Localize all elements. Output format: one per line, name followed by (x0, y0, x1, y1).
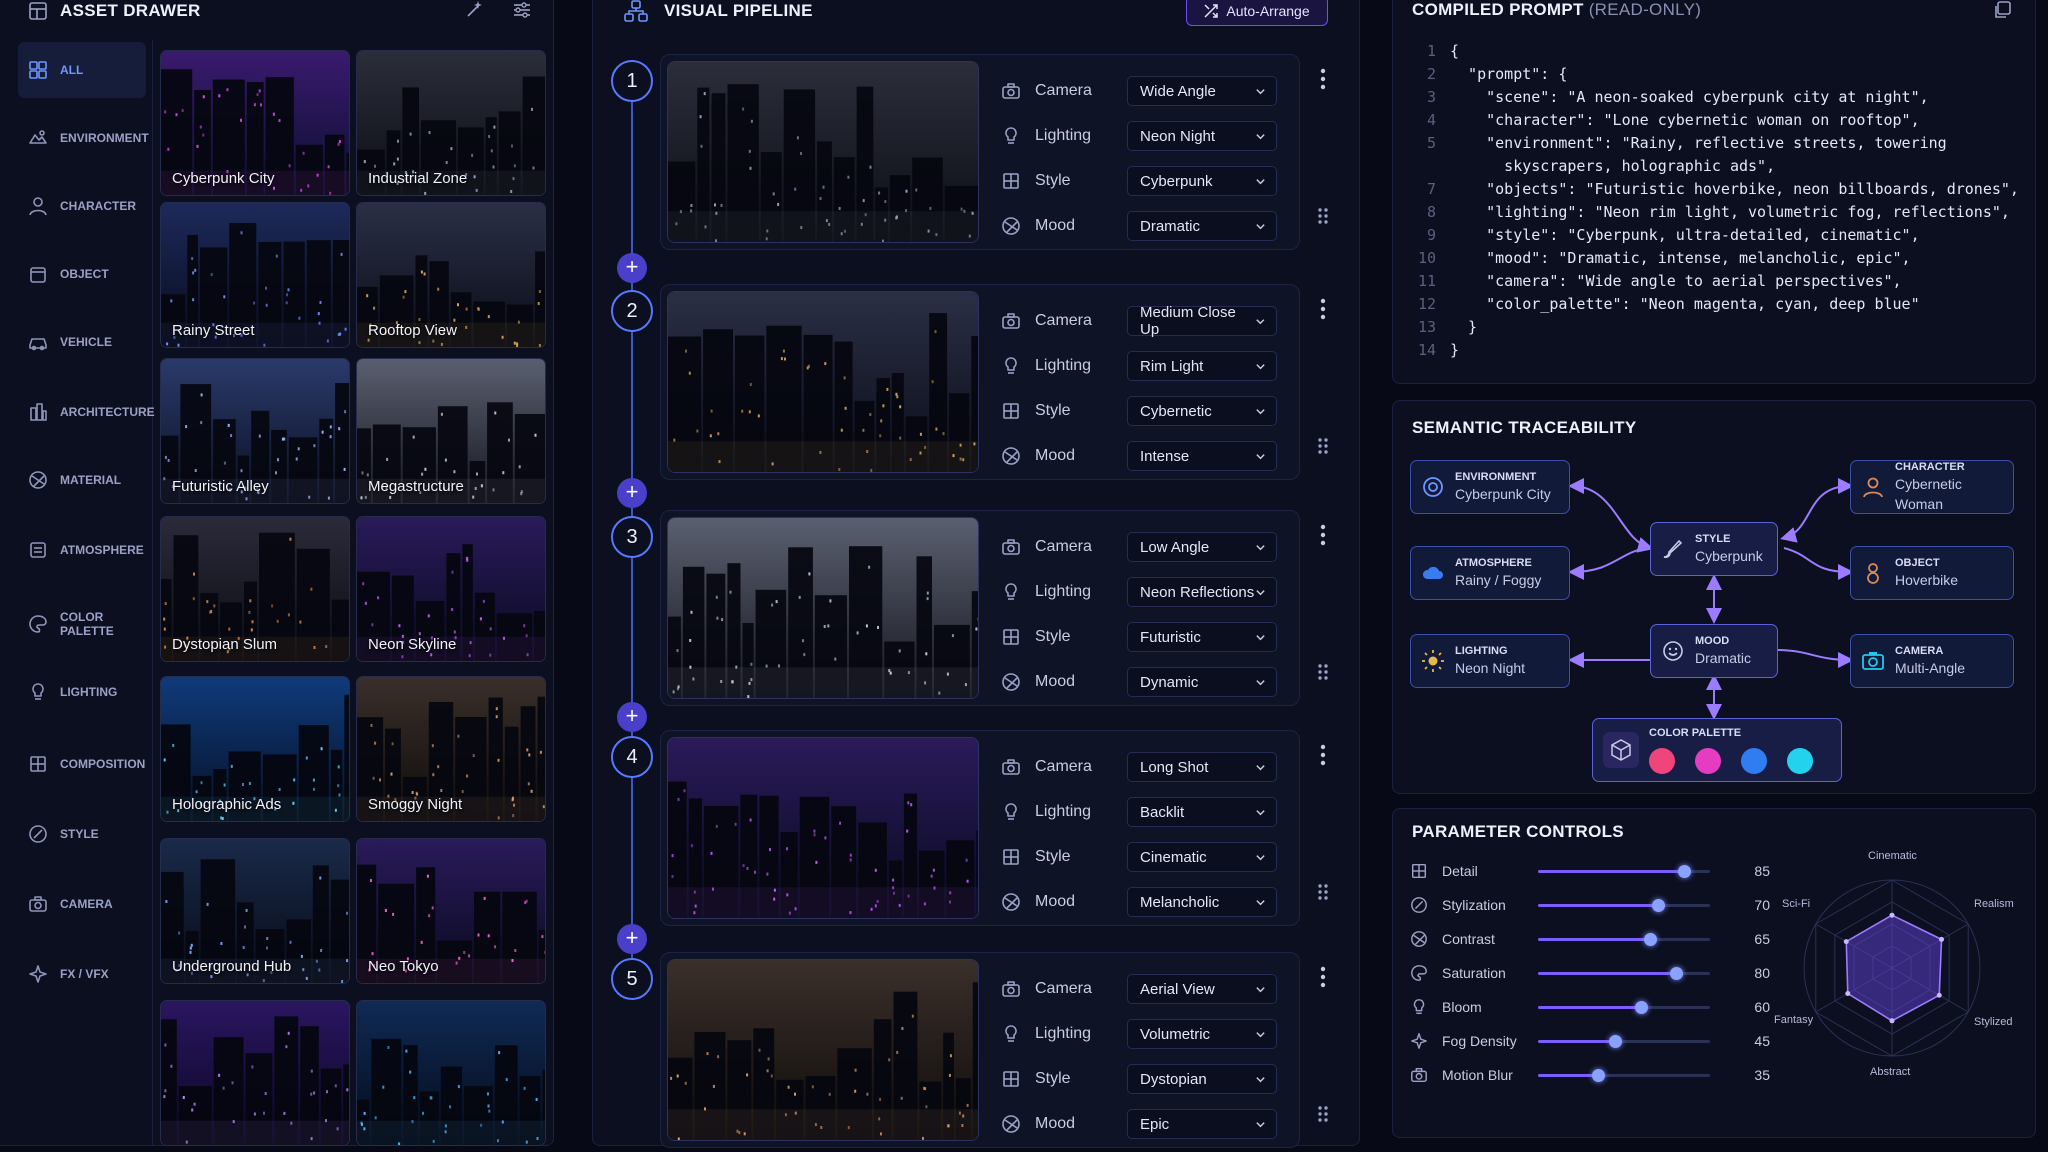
palette-icon (1411, 965, 1427, 981)
node-value: Cyberpunk (1695, 548, 1763, 564)
trace-node-style[interactable]: STYLE Cyberpunk (1650, 522, 1778, 576)
slider-knob[interactable] (1678, 864, 1692, 878)
trace-node-lighting[interactable]: LIGHTING Neon Night (1410, 634, 1570, 688)
node-value: Neon Night (1455, 660, 1526, 676)
parameter-controls-title: PARAMETER CONTROLS (1412, 822, 1624, 841)
slider-track[interactable] (1538, 1000, 1710, 1014)
smiley-icon (1663, 641, 1683, 661)
radar-axis-label: Sci-Fi (1782, 898, 1811, 910)
sparkle-icon (1411, 1033, 1427, 1049)
node-title: MOOD (1695, 635, 1730, 647)
hoverbike-icon (1867, 563, 1879, 584)
slider-track[interactable] (1538, 864, 1710, 878)
trace-node-environment[interactable]: ENVIRONMENT Cyberpunk City (1410, 460, 1570, 514)
material-icon (1411, 931, 1427, 947)
slider-fill (1538, 903, 1659, 907)
slider-knob[interactable] (1592, 1068, 1606, 1082)
slider-label: Bloom (1442, 999, 1482, 1015)
slider-label: Stylization (1442, 897, 1506, 913)
sun-icon (1422, 650, 1444, 672)
composition-icon (1411, 863, 1427, 879)
slider-value: 65 (1754, 931, 1770, 947)
trace-node-character[interactable]: CHARACTER Cybernetic Woman (1850, 460, 2014, 514)
color-swatch[interactable] (1695, 748, 1721, 774)
radar-shape (1845, 914, 1943, 1022)
trace-node-atmosphere[interactable]: ATMOSPHERE Rainy / Foggy (1410, 546, 1570, 600)
slider-value: 85 (1754, 863, 1770, 879)
slider-fill (1538, 869, 1685, 873)
slider-knob[interactable] (1652, 898, 1666, 912)
camera-node-icon (1862, 652, 1884, 670)
node-value: Cybernetic Woman (1895, 476, 1962, 512)
palette-swatches (1649, 748, 1813, 774)
param-slider-row: Bloom 60 (1410, 997, 1770, 1017)
color-swatch[interactable] (1787, 748, 1813, 774)
node-value: Rainy / Foggy (1455, 572, 1542, 588)
node-title: LIGHTING (1455, 645, 1508, 657)
node-title: COLOR PALETTE (1649, 727, 1742, 739)
slider-fill (1538, 1005, 1642, 1009)
param-slider-row: Contrast 65 (1410, 929, 1770, 949)
brush-icon (1663, 539, 1683, 559)
slider-value: 35 (1754, 1067, 1770, 1083)
slider-fill (1538, 1073, 1599, 1077)
trace-node-color-palette[interactable]: COLOR PALETTE (1592, 718, 1842, 782)
param-slider-row: Fog Density 45 (1410, 1031, 1770, 1051)
trace-node-mood[interactable]: MOOD Dramatic (1650, 624, 1778, 678)
node-title: STYLE (1695, 533, 1731, 545)
slider-track[interactable] (1538, 932, 1710, 946)
slider-knob[interactable] (1635, 1000, 1649, 1014)
node-value: Cyberpunk City (1455, 486, 1551, 502)
node-value: Multi-Angle (1895, 660, 1966, 676)
slider-label: Fog Density (1442, 1033, 1517, 1049)
radar-axis-label: Fantasy (1774, 1014, 1814, 1026)
slider-knob[interactable] (1669, 966, 1683, 980)
node-value: Dramatic (1695, 650, 1752, 666)
color-swatch[interactable] (1741, 748, 1767, 774)
brush-icon (1411, 897, 1427, 913)
slider-knob[interactable] (1643, 932, 1657, 946)
radar-axis-label: Cinematic (1868, 850, 1917, 862)
slider-value: 45 (1754, 1033, 1770, 1049)
style-radar-chart (1803, 879, 1981, 1057)
slider-label: Contrast (1442, 931, 1495, 947)
environment-node-icon (1423, 477, 1443, 497)
palette-node-badge (1603, 732, 1639, 768)
person-node-icon (1863, 477, 1883, 498)
slider-label: Motion Blur (1442, 1067, 1513, 1083)
radar-axis-label: Stylized (1974, 1016, 2013, 1028)
color-swatch[interactable] (1649, 748, 1675, 774)
param-slider-row: Motion Blur 35 (1410, 1065, 1770, 1085)
node-title: ATMOSPHERE (1455, 557, 1532, 569)
slider-value: 80 (1754, 965, 1770, 981)
param-slider-row: Stylization 70 (1410, 895, 1770, 915)
radar-axis-label: Realism (1974, 898, 2014, 910)
slider-track[interactable] (1538, 898, 1710, 912)
slider-track[interactable] (1538, 966, 1710, 980)
trace-node-camera[interactable]: CAMERA Multi-Angle (1850, 634, 2014, 688)
cloud-icon (1422, 566, 1443, 579)
lightbulb-icon (1413, 999, 1425, 1015)
slider-label: Saturation (1442, 965, 1506, 981)
node-title: OBJECT (1895, 557, 1940, 569)
radar-axis-label: Abstract (1870, 1066, 1911, 1078)
node-title: CHARACTER (1895, 461, 1965, 473)
trace-node-object[interactable]: OBJECT Hoverbike (1850, 546, 2014, 600)
slider-fill (1538, 1039, 1616, 1043)
slider-track[interactable] (1538, 1068, 1710, 1082)
palette-cube-icon (1611, 739, 1631, 761)
param-slider-row: Saturation 80 (1410, 963, 1770, 983)
camera-icon (1411, 1067, 1427, 1083)
slider-track[interactable] (1538, 1034, 1710, 1048)
node-value: Hoverbike (1895, 572, 1959, 588)
slider-value: 70 (1754, 897, 1770, 913)
slider-label: Detail (1442, 863, 1478, 879)
node-title: ENVIRONMENT (1455, 471, 1537, 483)
slider-value: 60 (1754, 999, 1770, 1015)
param-slider-row: Detail 85 (1410, 861, 1770, 881)
slider-fill (1538, 971, 1676, 975)
node-title: CAMERA (1895, 645, 1944, 657)
slider-fill (1538, 937, 1650, 941)
slider-knob[interactable] (1609, 1034, 1623, 1048)
